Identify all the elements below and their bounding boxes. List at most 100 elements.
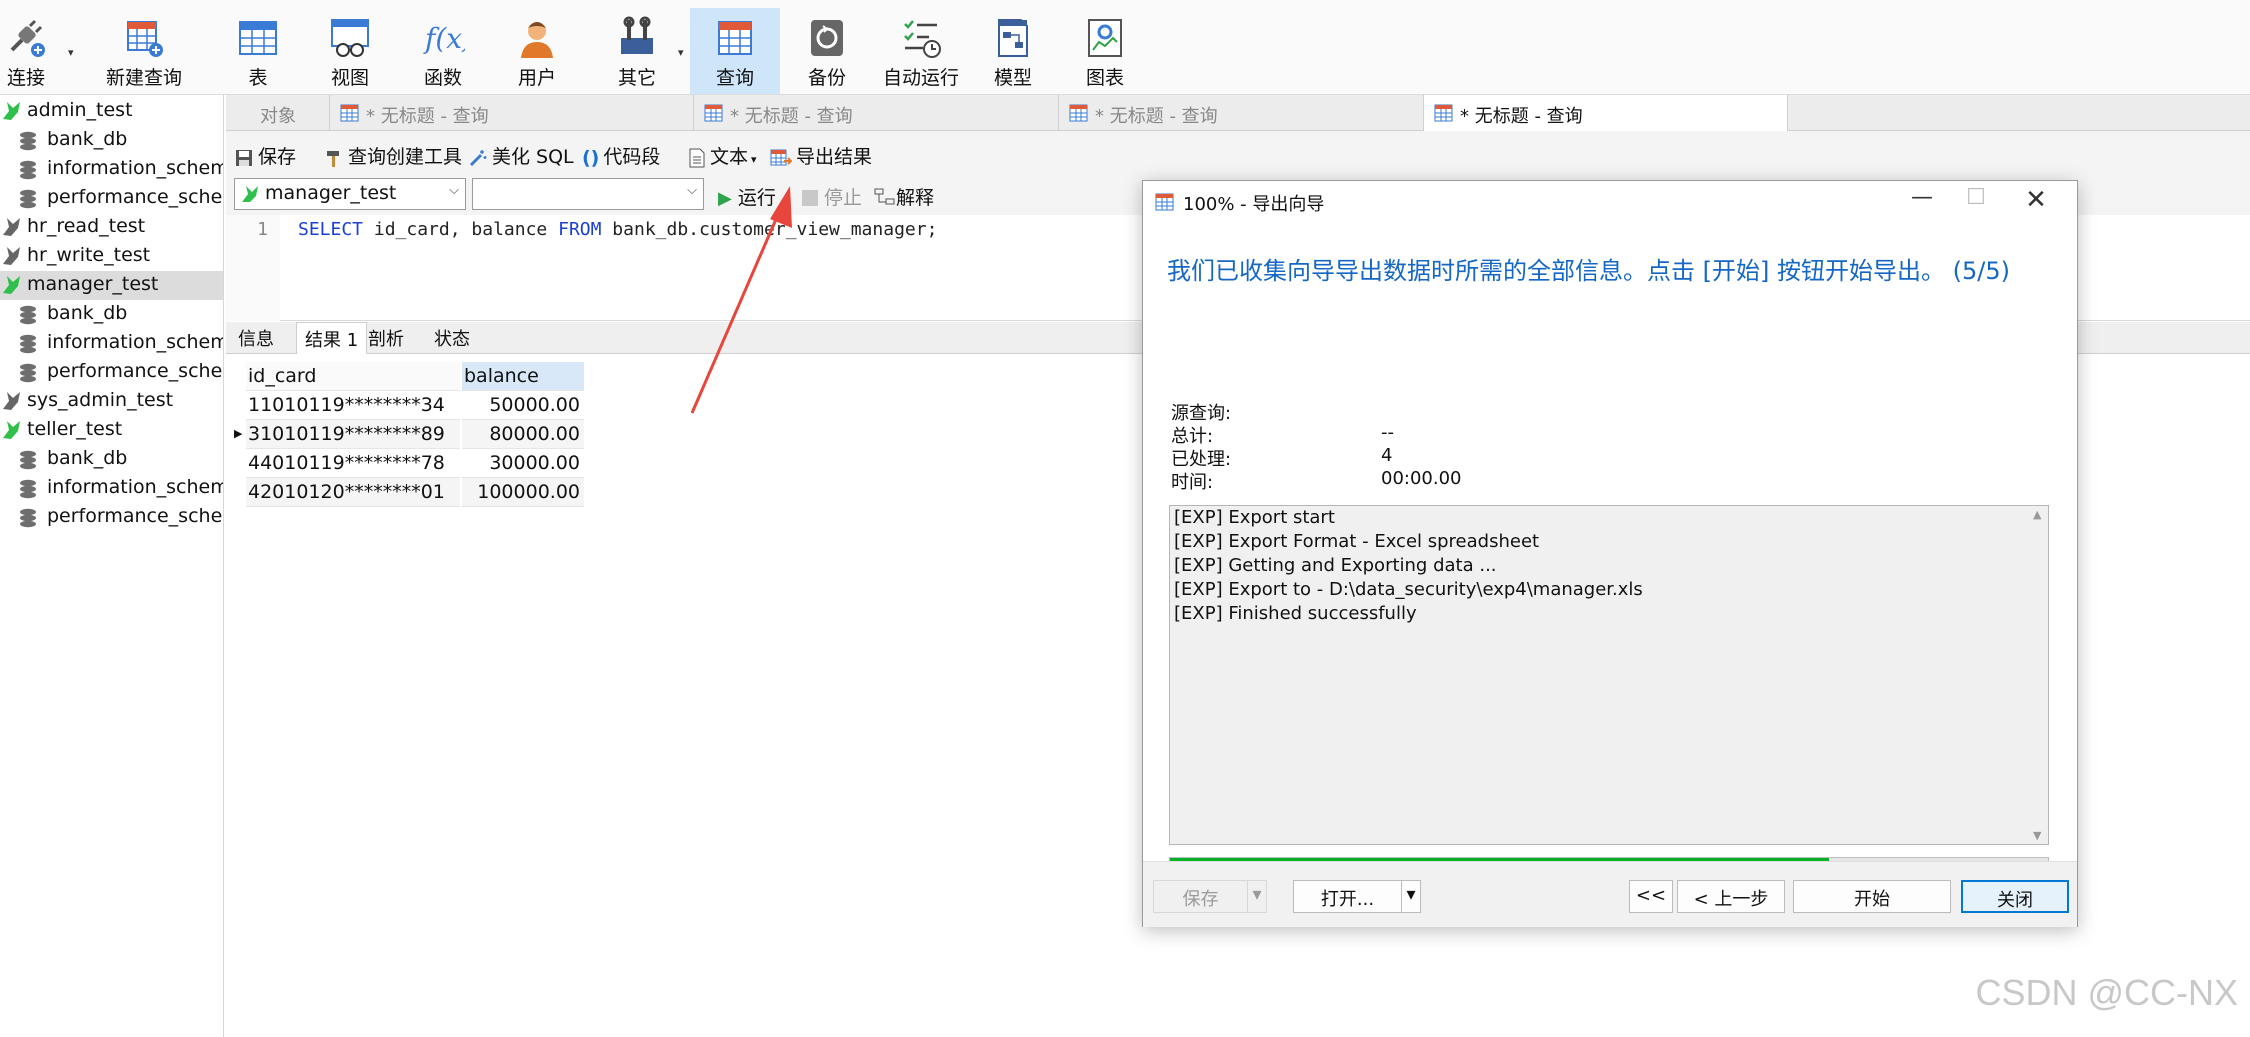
tab-info[interactable]: 信息 [230, 322, 282, 354]
nav-database[interactable]: bank_db [0, 445, 223, 474]
function-button[interactable]: f(x) 函数 [410, 8, 476, 94]
tab-query-3[interactable]: * 无标题 - 查询 [1059, 95, 1424, 131]
time-label: 时间: [1171, 472, 1214, 493]
nav-connection[interactable]: hr_write_test [0, 242, 223, 271]
new-query-label: 新建查询 [105, 67, 182, 89]
log-line: [EXP] Getting and Exporting data ... [1174, 555, 1497, 576]
query-button[interactable]: 查询 [690, 8, 780, 94]
export-result-button[interactable]: 导出结果 [770, 142, 872, 169]
backup-button[interactable]: 备份 [794, 8, 860, 94]
tab-query-4[interactable]: * 无标题 - 查询 [1424, 95, 1788, 131]
table-cell-balance[interactable]: 80000.00 [462, 420, 584, 449]
text-button[interactable]: 文本 ▾ [688, 142, 757, 169]
previous-step-button[interactable]: < 上一步 [1677, 880, 1785, 913]
connection-icon [242, 186, 258, 202]
plug-icon [10, 19, 45, 57]
tab-query-4-label: * 无标题 - 查询 [1460, 106, 1583, 127]
database-select[interactable]: ⌵ [472, 178, 704, 210]
nav-connection[interactable]: admin_test [0, 97, 223, 126]
database-icon [20, 508, 36, 528]
start-button[interactable]: 开始 [1793, 880, 1951, 913]
nav-connection[interactable]: manager_test [0, 271, 223, 300]
automation-icon [904, 20, 941, 58]
save-button[interactable]: 保存 [234, 142, 296, 169]
code-snippet-button[interactable]: () 代码段 [582, 142, 660, 169]
column-header-id-card[interactable]: id_card [246, 362, 460, 391]
database-icon [20, 450, 36, 470]
tab-query-1[interactable]: * 无标题 - 查询 [330, 95, 694, 131]
database-icon [20, 479, 36, 499]
minimize-icon[interactable]: — [1897, 185, 1947, 217]
view-button[interactable]: 视图 [318, 8, 382, 94]
open-button[interactable]: 打开... [1293, 880, 1401, 913]
tab-status[interactable]: 状态 [426, 322, 478, 354]
nav-database[interactable]: performance_schema [0, 503, 223, 532]
table-cell-balance[interactable]: 30000.00 [462, 449, 584, 478]
run-button[interactable]: ▶ 运行 [718, 183, 776, 210]
export-log[interactable]: [EXP] Export start [EXP] Export Format - … [1169, 505, 2049, 845]
nav-database[interactable]: bank_db [0, 300, 223, 329]
nav-item-label: information_schema [47, 157, 224, 179]
nav-connection[interactable]: teller_test [0, 416, 223, 445]
table-cell-balance[interactable]: 100000.00 [462, 478, 584, 507]
nav-database[interactable]: performance_schema [0, 184, 223, 213]
tab-query-2[interactable]: * 无标题 - 查询 [694, 95, 1059, 131]
backup-label: 备份 [807, 67, 846, 89]
connect-button[interactable]: 连接 [0, 8, 52, 94]
scroll-down-icon[interactable]: ▼ [2033, 829, 2041, 842]
main-toolbar: 连接 ▾ 新建查询 表 视图 f(x) 函数 [0, 0, 2250, 95]
scroll-up-icon[interactable]: ▲ [2033, 508, 2041, 521]
log-line: [EXP] Finished successfully [1174, 603, 1417, 624]
text-dropdown-caret[interactable]: ▾ [751, 153, 757, 166]
other-button[interactable]: 其它 [604, 8, 670, 94]
open-dropdown-caret[interactable]: ▾ [1401, 880, 1421, 913]
close-button[interactable]: 关闭 [1961, 880, 2069, 913]
first-step-button[interactable]: << [1629, 880, 1673, 913]
tab-result-1[interactable]: 结果 1 [296, 322, 368, 354]
sql-code-line[interactable]: SELECT id_card, balance FROM bank_db.cus… [298, 219, 937, 240]
column-header-balance[interactable]: balance [462, 362, 584, 391]
save-dropdown-caret[interactable]: ▾ [1247, 880, 1267, 913]
nav-database[interactable]: bank_db [0, 126, 223, 155]
connection-icon [3, 247, 20, 265]
tab-objects[interactable]: 对象 [226, 95, 330, 131]
other-dropdown-caret[interactable]: ▾ [678, 46, 684, 59]
table-cell-id-card[interactable]: 11010119********34 [246, 391, 460, 420]
beautify-sql-button[interactable]: 美化 SQL [468, 142, 574, 169]
connection-select[interactable]: manager_test ⌵ [234, 178, 466, 210]
table-cell-id-card[interactable]: 31010119********89 [246, 420, 460, 449]
explain-button[interactable]: 解释 [874, 183, 934, 210]
nav-database[interactable]: information_schema [0, 155, 224, 184]
table-icon [239, 21, 277, 55]
tab-profile[interactable]: 剖析 [360, 322, 412, 354]
parentheses-icon: () [582, 146, 600, 169]
stop-button[interactable]: 停止 [802, 183, 862, 210]
user-button[interactable]: 用户 [504, 8, 570, 94]
nav-database[interactable]: performance_schema [0, 358, 223, 387]
nav-database[interactable]: information_schema [0, 474, 223, 503]
close-icon[interactable]: ✕ [2011, 185, 2061, 217]
table-cell-balance[interactable]: 50000.00 [462, 391, 584, 420]
explain-label: 解释 [896, 187, 935, 209]
table-cell-id-card[interactable]: 44010119********78 [246, 449, 460, 478]
model-button[interactable]: 模型 [980, 8, 1046, 94]
log-scrollbar[interactable]: ▲ ▼ [2030, 506, 2048, 844]
connect-dropdown-caret[interactable]: ▾ [68, 46, 74, 59]
save-profile-button[interactable]: 保存 [1153, 880, 1247, 913]
dialog-titlebar[interactable]: 100% - 导出向导 — ☐ ✕ [1143, 181, 2077, 221]
query-builder-button[interactable]: 查询创建工具 [324, 142, 462, 169]
chart-button[interactable]: 图表 [1072, 8, 1138, 94]
automation-button[interactable]: 自动运行 [878, 8, 964, 94]
new-query-button[interactable]: 新建查询 [84, 8, 204, 94]
connection-icon [3, 102, 20, 120]
export-wizard-icon [1155, 193, 1174, 211]
table-cell-id-card[interactable]: 42010120********01 [246, 478, 460, 507]
nav-database[interactable]: information_schema [0, 329, 223, 358]
maximize-icon[interactable]: ☐ [1951, 185, 2001, 217]
log-line: [EXP] Export to - D:\data_security\exp4\… [1174, 579, 1643, 600]
nav-item-label: hr_write_test [27, 244, 151, 266]
table-button[interactable]: 表 [226, 8, 290, 94]
nav-connection[interactable]: sys_admin_test [0, 387, 223, 416]
nav-connection[interactable]: hr_read_test [0, 213, 223, 242]
explain-icon [874, 188, 895, 205]
